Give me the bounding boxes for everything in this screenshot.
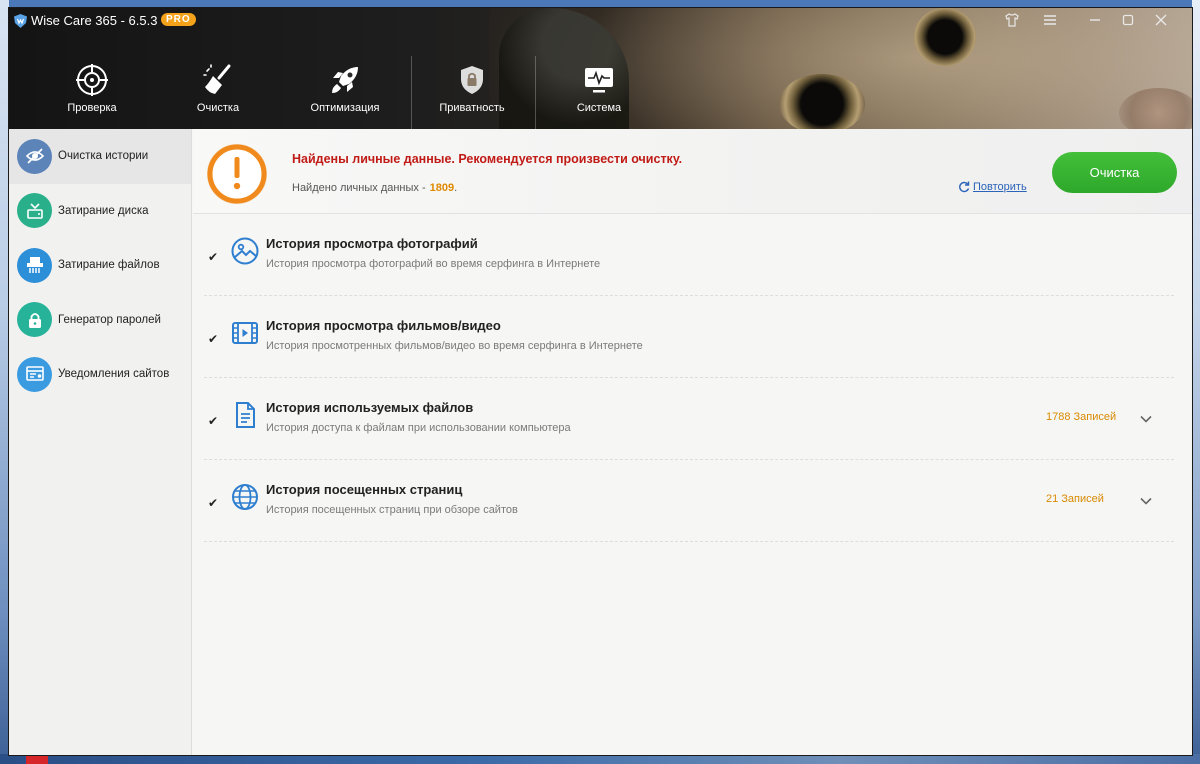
close-icon[interactable] (1149, 13, 1173, 31)
tab-label: Приватность (439, 102, 505, 114)
disk-wipe-icon (17, 193, 52, 229)
retry-label: Повторить (973, 181, 1027, 193)
main-panel: Найдены личные данные. Рекомендуется про… (193, 129, 1192, 755)
shield-lock-icon (461, 66, 483, 94)
desktop-background-right (1192, 0, 1200, 764)
sidebar-item-label: Затирание файлов (58, 259, 160, 272)
clean-button[interactable]: Очистка (1052, 152, 1177, 193)
checkbox[interactable]: ✔ (208, 251, 220, 263)
item-description: История просмотренных фильмов/видео во в… (266, 340, 643, 352)
tab-label: Очистка (196, 102, 240, 114)
item-title: История используемых файлов (266, 400, 474, 415)
list-item-visited-pages[interactable]: ✔ История посещенных страниц История пос… (204, 460, 1174, 542)
alert-title: Найдены личные данные. Рекомендуется про… (292, 152, 683, 166)
photo-icon (231, 237, 259, 265)
document-icon (236, 402, 255, 428)
checkbox[interactable]: ✔ (208, 497, 220, 509)
chevron-down-icon[interactable] (1138, 411, 1154, 427)
found-data-summary: Найдено личных данных -1809. (292, 182, 457, 194)
record-count: 21 Записей (1046, 493, 1104, 505)
notification-icon (17, 356, 52, 392)
list-item-photo-history[interactable]: ✔ История просмотра фотографий История п… (204, 214, 1174, 296)
globe-icon (232, 484, 258, 510)
item-title: История посещенных страниц (266, 482, 463, 497)
sidebar-item-label: Уведомления сайтов (58, 368, 170, 381)
sidebar-item-label: Очистка истории (58, 150, 149, 163)
checkbox[interactable]: ✔ (208, 415, 220, 427)
pro-badge: PRO (161, 13, 196, 26)
video-icon (232, 322, 258, 344)
item-description: История просмотра фотографий во время се… (266, 258, 601, 270)
app-logo-icon (14, 14, 27, 28)
lock-icon (17, 302, 52, 338)
item-title: История просмотра фильмов/видео (266, 318, 501, 333)
taskbar-app-icon[interactable] (26, 756, 48, 764)
tab-optimize[interactable]: Оптимизация (285, 63, 405, 127)
shredder-icon (17, 247, 52, 283)
item-title: История просмотра фотографий (266, 236, 478, 251)
desktop-background-left (0, 0, 9, 764)
tab-label: Система (576, 102, 622, 114)
sidebar-item-history-cleaning[interactable]: Очистка истории (9, 129, 191, 184)
checkbox[interactable]: ✔ (208, 333, 220, 345)
refresh-icon (959, 181, 970, 193)
menu-icon[interactable] (1038, 13, 1062, 31)
nav-divider (535, 56, 536, 129)
tab-system[interactable]: Система (539, 63, 659, 127)
app-title: Wise Care 365 - 6.5.3 (31, 13, 158, 28)
monitor-pulse-icon (585, 68, 613, 93)
tab-clean[interactable]: Очистка (158, 63, 278, 127)
app-window: Wise Care 365 - 6.5.3 PRO Проверка Очист… (9, 8, 1192, 755)
sidebar-item-site-notifications[interactable]: Уведомления сайтов (9, 347, 191, 402)
sidebar: Очистка истории Затирание диска Затирани… (9, 129, 192, 755)
tab-label: Проверка (67, 102, 117, 114)
list-item-video-history[interactable]: ✔ История просмотра фильмов/видео Истори… (204, 296, 1174, 378)
rocket-icon (332, 67, 358, 93)
skin-icon[interactable] (1000, 13, 1024, 31)
header-banner: Wise Care 365 - 6.5.3 PRO Проверка Очист… (9, 8, 1192, 129)
item-description: История посещенных страниц при обзоре са… (266, 504, 518, 516)
found-count: 1809 (429, 182, 455, 194)
retry-link[interactable]: Повторить (958, 181, 1027, 193)
list-item-file-history[interactable]: ✔ История используемых файлов История до… (204, 378, 1174, 460)
banner-cat-eye (779, 74, 865, 129)
minimize-icon[interactable] (1083, 13, 1107, 31)
sidebar-item-disk-wipe[interactable]: Затирание диска (9, 184, 191, 239)
sidebar-item-password-generator[interactable]: Генератор паролей (9, 293, 191, 348)
title-bar[interactable]: Wise Care 365 - 6.5.3 PRO (9, 8, 1192, 34)
item-description: История доступа к файлам при использован… (266, 422, 571, 434)
tab-label: Оптимизация (310, 102, 380, 114)
target-icon (76, 64, 108, 96)
maximize-icon[interactable] (1116, 13, 1140, 31)
found-label: Найдено личных данных - (292, 182, 426, 194)
sidebar-item-label: Затирание диска (58, 204, 149, 217)
sidebar-item-label: Генератор паролей (58, 313, 161, 326)
tab-check[interactable]: Проверка (32, 63, 152, 127)
taskbar-strip (0, 754, 1200, 764)
record-count: 1788 Записей (1046, 411, 1117, 423)
scan-result-banner: Найдены личные данные. Рекомендуется про… (193, 129, 1192, 214)
broom-icon (203, 64, 231, 94)
tab-privacy[interactable]: Приватность (412, 63, 532, 127)
chevron-down-icon[interactable] (1138, 493, 1154, 509)
sidebar-item-file-wipe[interactable]: Затирание файлов (9, 238, 191, 293)
warning-icon (207, 144, 267, 204)
eye-slash-icon (17, 138, 52, 174)
found-suffix: . (454, 182, 458, 194)
